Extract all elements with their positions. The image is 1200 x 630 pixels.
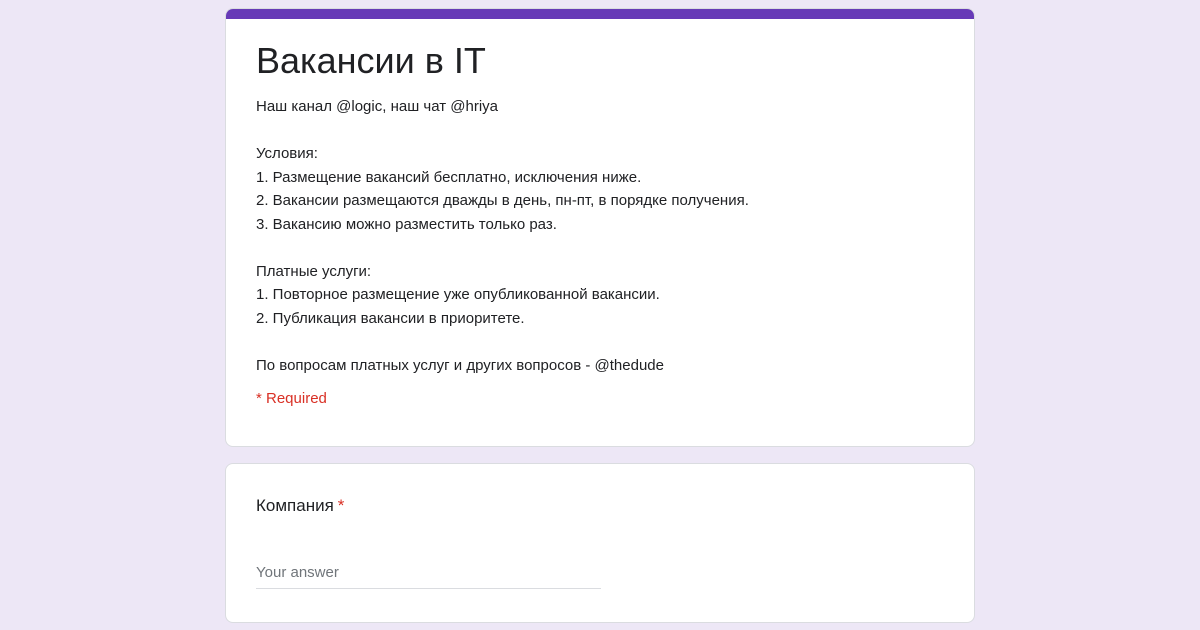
question-title-text: Компания [256, 496, 334, 515]
form-description-line: 2. Публикация вакансии в приоритете. [256, 309, 525, 327]
form-description-line: Платные услуги: [256, 262, 372, 280]
company-answer-input[interactable] [256, 562, 601, 589]
form-accent-bar [226, 9, 974, 19]
form-description-line: Условия: [256, 145, 318, 162]
form-description-line: 1. Размещение вакансий бесплатно, исключ… [256, 168, 642, 186]
form-description-line: По вопросам платных услуг и других вопро… [256, 356, 664, 374]
form-description-line: 3. Вакансию можно разместить только раз. [256, 215, 557, 233]
form-title: Вакансии в IT [256, 40, 486, 81]
required-asterisk: * [337, 496, 345, 515]
form-header-content: Вакансии в IT Наш канал @logic, наш чат … [226, 9, 974, 409]
form-description: Наш канал @logic, наш чат @hriya Условия… [256, 95, 944, 377]
form-description-line: Наш канал @logic, наш чат @hriya [256, 98, 498, 115]
question-card-company: Компания * [225, 463, 975, 623]
form-description-line: 2. Вакансии размещаются дважды в день, п… [256, 192, 749, 209]
required-note: * Required [256, 390, 327, 407]
form-description-line [256, 330, 944, 354]
question-title: Компания * [256, 494, 944, 518]
form-header-card: Вакансии в IT Наш канал @logic, наш чат … [225, 8, 975, 447]
form-description-line [256, 236, 944, 260]
form-container: Вакансии в IT Наш канал @logic, наш чат … [225, 8, 975, 623]
form-description-line [256, 119, 944, 143]
form-description-line: 1. Повторное размещение уже опубликованн… [256, 286, 660, 303]
